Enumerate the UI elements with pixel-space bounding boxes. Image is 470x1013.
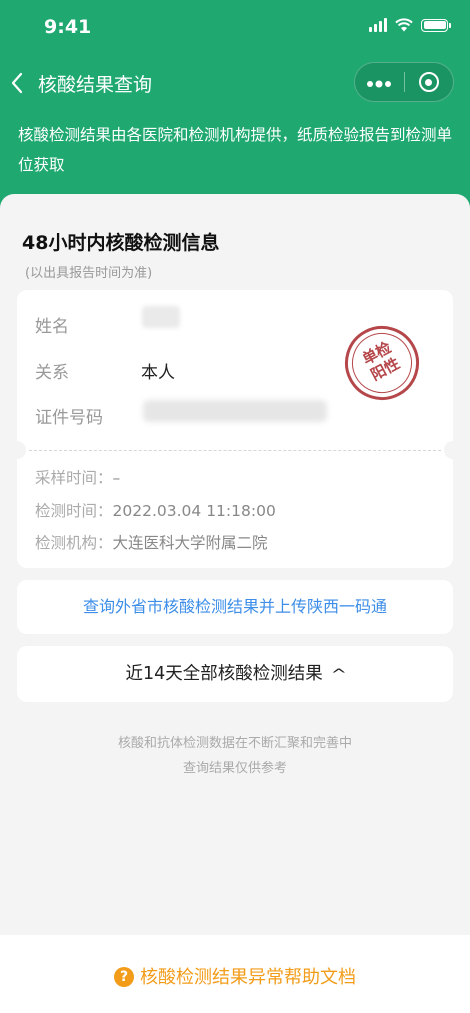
close-button[interactable]: [404, 72, 453, 92]
disclaimer-line2: 查询结果仅供参考: [182, 761, 287, 776]
upload-external-results-link[interactable]: 查询外省市核酸检测结果并上传陕西一码通: [17, 580, 453, 634]
data-disclaimer: 核酸和抗体检测数据在不断汇聚和完善中 查询结果仅供参考: [0, 731, 470, 781]
back-button[interactable]: [10, 68, 34, 98]
help-label: 核酸检测结果异常帮助文档: [140, 967, 356, 988]
relation-row: 关系 本人: [35, 358, 175, 383]
test-time-label: 检测时间：: [35, 502, 113, 520]
name-label: 姓名: [35, 317, 69, 337]
id-redacted: [143, 400, 327, 422]
target-circle-icon: [418, 72, 439, 92]
content-sheet: 48小时内核酸检测信息 (以出具报告时间为准) 姓名 关系 本人 证件号码 单检…: [0, 194, 470, 1013]
institution-value: 大连医科大学附属二院: [112, 534, 268, 552]
card-divider: [29, 450, 441, 451]
institution-row: 检测机构：大连医科大学附属二院: [35, 531, 268, 553]
sample-time-label: 采样时间：: [35, 469, 113, 487]
disclaimer-line1: 核酸和抗体检测数据在不断汇聚和完善中: [117, 736, 352, 751]
result-source-description: 核酸检测结果由各医院和检测机构提供，纸质检验报告到检测单位获取: [18, 126, 453, 174]
relation-value: 本人: [141, 363, 175, 383]
section-subtitle: (以出具报告时间为准): [25, 266, 153, 281]
card-notch-left: [17, 441, 26, 459]
section-title: 48小时内核酸检测信息: [22, 232, 220, 254]
help-document-link[interactable]: ? 核酸检测结果异常帮助文档: [0, 963, 470, 989]
name-row: 姓名: [35, 312, 69, 337]
chevron-up-icon: ^: [330, 667, 347, 683]
test-time-row: 检测时间：2022.03.04 11:18:00: [35, 499, 276, 521]
institution-label: 检测机构：: [35, 534, 113, 552]
test-result-card: 姓名 关系 本人 证件号码 单检 阳性 采样时间：– 检测时间：2022.03.…: [17, 290, 453, 568]
more-dots-icon: [367, 80, 392, 87]
status-bar: 9:41: [0, 0, 470, 54]
status-icons: [369, 18, 451, 32]
id-label: 证件号码: [35, 408, 103, 428]
wifi-icon: [395, 18, 413, 32]
name-redacted: [142, 306, 180, 328]
relation-label: 关系: [35, 363, 69, 383]
id-row: 证件号码: [35, 403, 103, 428]
chevron-left-icon: [11, 72, 23, 94]
navigation-bar: 核酸结果查询: [0, 58, 470, 108]
status-time: 9:41: [44, 16, 92, 38]
card-notch-right: [444, 441, 453, 459]
sample-time-row: 采样时间：–: [35, 466, 120, 488]
all-results-toggle[interactable]: 近14天全部核酸检测结果 ^: [17, 646, 453, 702]
battery-icon: [421, 18, 451, 32]
sample-time-value: –: [112, 469, 121, 487]
question-circle-icon: ?: [114, 967, 134, 987]
result-stamp: 单检 阳性: [331, 312, 433, 414]
miniprogram-capsule: [354, 62, 454, 102]
page-title: 核酸结果查询: [38, 74, 153, 96]
bottom-bar: ? 核酸检测结果异常帮助文档: [0, 935, 470, 1013]
all-results-label: 近14天全部核酸检测结果: [125, 664, 323, 684]
signal-icon: [369, 18, 387, 32]
more-button[interactable]: [355, 72, 404, 93]
test-time-value: 2022.03.04 11:18:00: [112, 502, 276, 520]
